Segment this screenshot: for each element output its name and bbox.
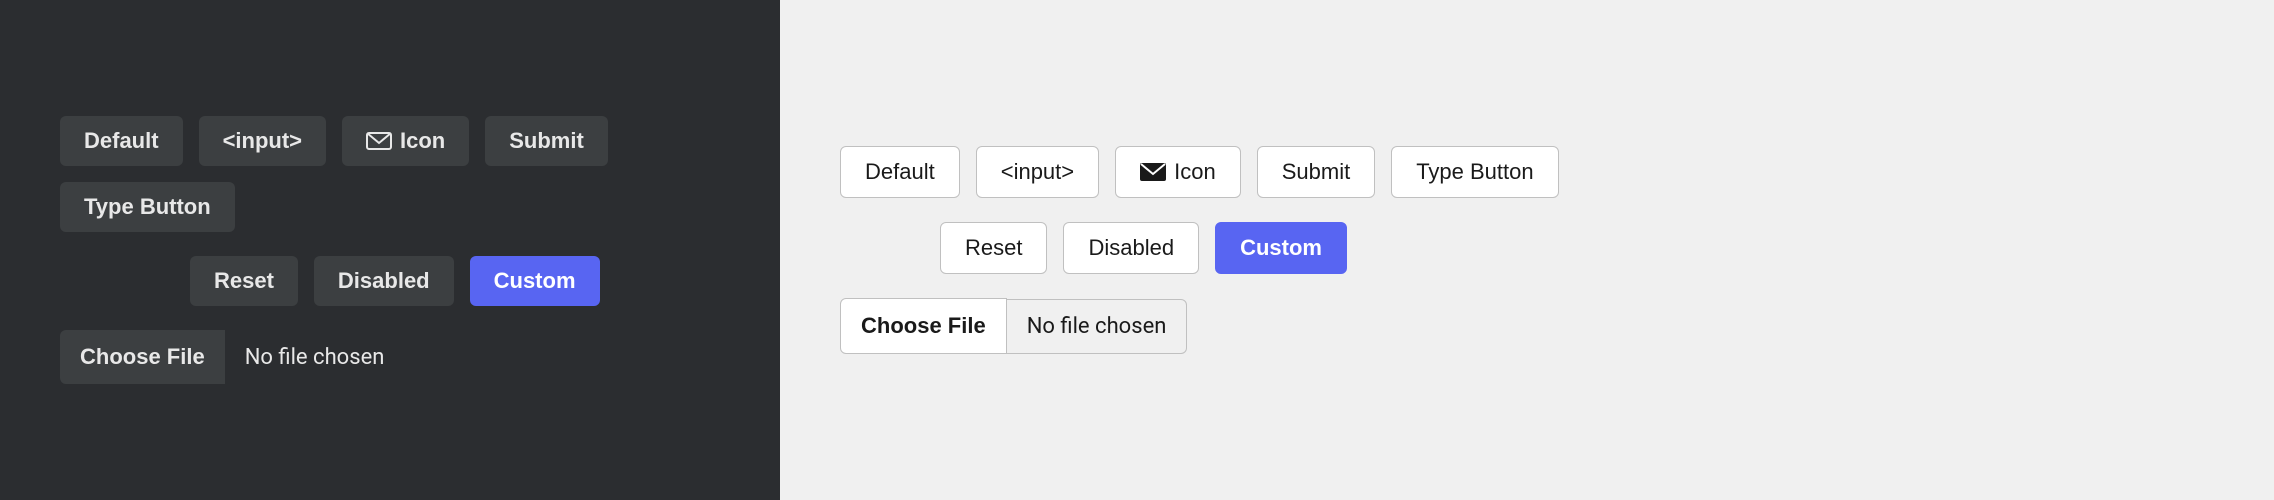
- dark-custom-button[interactable]: Custom: [470, 256, 600, 306]
- light-icon-button-label: Icon: [1174, 159, 1216, 185]
- light-input-button[interactable]: <input>: [976, 146, 1099, 198]
- dark-default-button[interactable]: Default: [60, 116, 183, 166]
- light-reset-button[interactable]: Reset: [940, 222, 1047, 274]
- dark-reset-button[interactable]: Reset: [190, 256, 298, 306]
- dark-panel: Default <input> Icon Submit Type Button …: [0, 0, 780, 500]
- dark-disabled-button[interactable]: Disabled: [314, 256, 454, 306]
- light-default-button[interactable]: Default: [840, 146, 960, 198]
- light-disabled-button[interactable]: Disabled: [1063, 222, 1199, 274]
- light-custom-button[interactable]: Custom: [1215, 222, 1347, 274]
- light-panel: Default <input> Icon Submit Type Button …: [780, 0, 2274, 500]
- light-icon-button[interactable]: Icon: [1115, 146, 1241, 198]
- light-row-2: Reset Disabled Custom: [840, 222, 2214, 274]
- dark-input-button[interactable]: <input>: [199, 116, 326, 166]
- dark-type-button[interactable]: Type Button: [60, 182, 235, 232]
- envelope-icon: [366, 132, 392, 150]
- dark-icon-button-label: Icon: [400, 128, 445, 154]
- light-choose-file-button[interactable]: Choose File: [840, 298, 1007, 354]
- light-submit-button[interactable]: Submit: [1257, 146, 1375, 198]
- dark-submit-button[interactable]: Submit: [485, 116, 608, 166]
- dark-no-file-label: No file chosen: [225, 331, 405, 384]
- light-file-row: Choose File No file chosen: [840, 298, 2214, 354]
- dark-choose-file-button[interactable]: Choose File: [60, 330, 225, 384]
- dark-row-2: Reset Disabled Custom: [60, 256, 720, 306]
- dark-icon-button[interactable]: Icon: [342, 116, 469, 166]
- light-type-button[interactable]: Type Button: [1391, 146, 1558, 198]
- dark-file-row: Choose File No file chosen: [60, 330, 720, 384]
- light-row-1: Default <input> Icon Submit Type Button: [840, 146, 2214, 198]
- envelope-icon-light: [1140, 163, 1166, 181]
- light-no-file-label: No file chosen: [1007, 299, 1188, 354]
- dark-row-1: Default <input> Icon Submit Type Button: [60, 116, 720, 232]
